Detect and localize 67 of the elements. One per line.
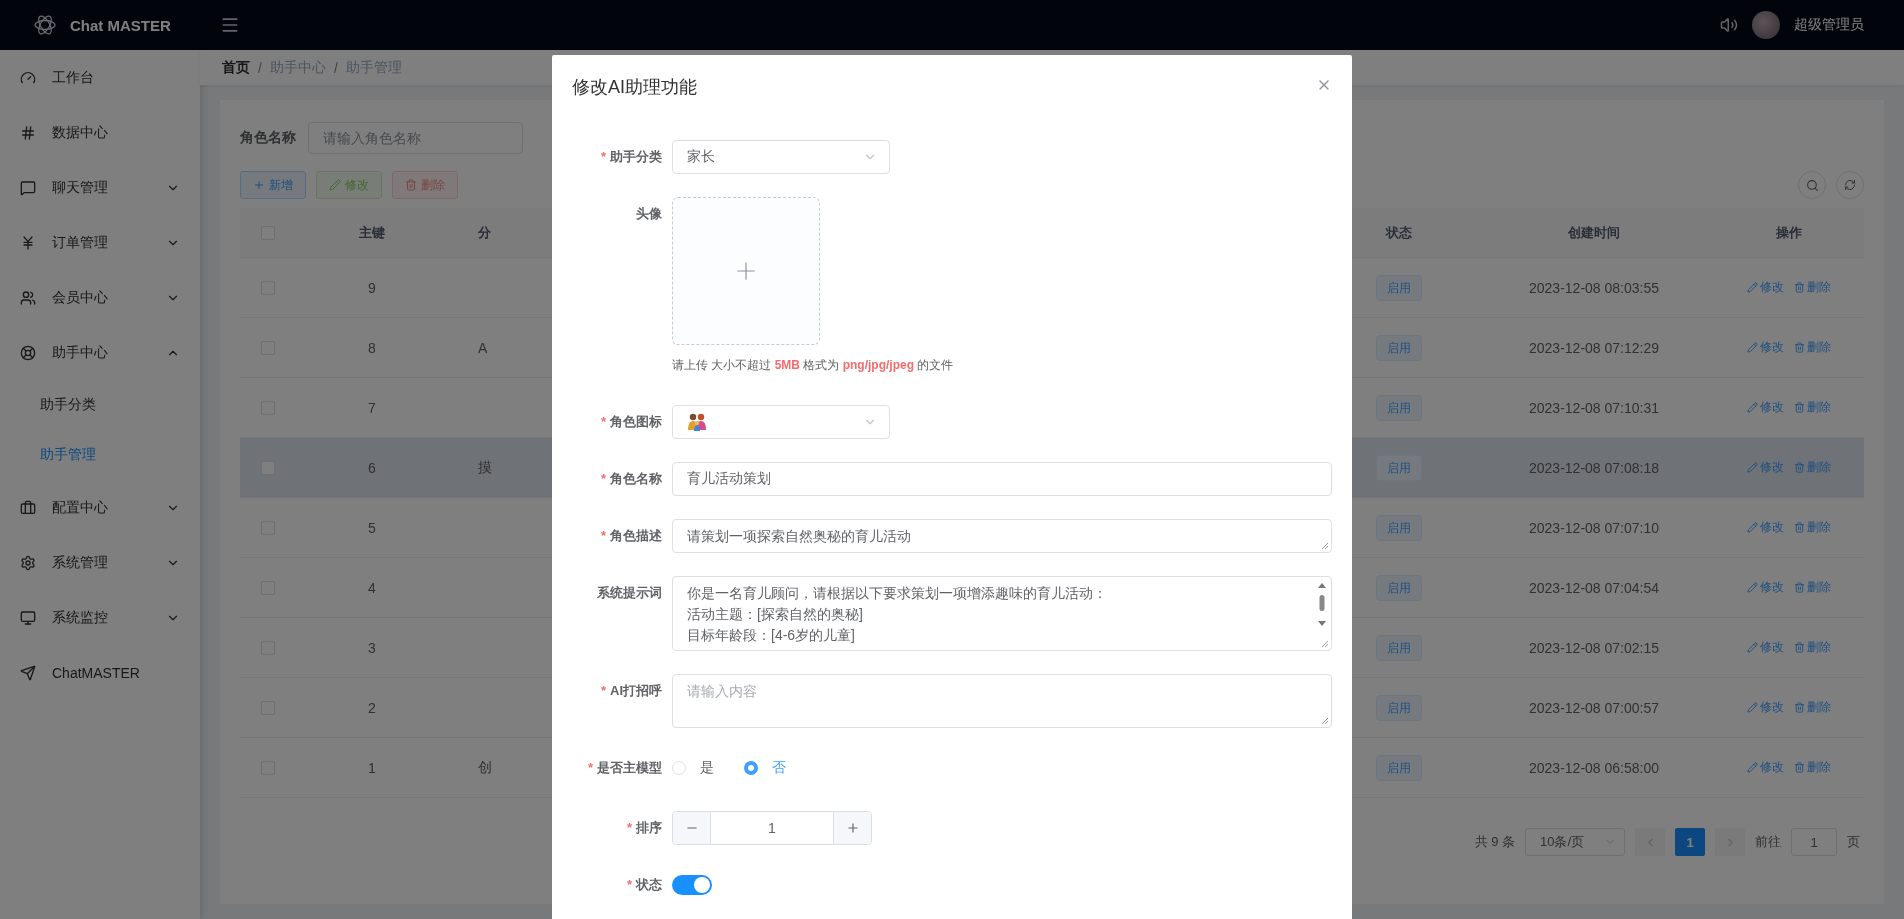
breadcrumb-separator: / — [333, 59, 338, 76]
table-cell-text: 2023-12-08 07:12:29 — [1528, 339, 1660, 356]
required-mark: * — [626, 820, 632, 835]
column-header: 主键 — [358, 223, 386, 242]
upload-hint: 请上传 大小不超过 5MB 格式为 png/jpg/jpeg 的文件 — [672, 357, 955, 374]
table-cell-text: 3 — [367, 639, 377, 656]
table-cell-text: 2023-12-08 07:07:10 — [1528, 519, 1660, 536]
status-tag: 启用 — [1376, 754, 1422, 781]
table-cell-text: 2023-12-08 07:08:18 — [1528, 459, 1660, 476]
status-tag: 启用 — [1376, 334, 1422, 361]
table-cell: 创 — [478, 758, 492, 777]
status-tag: 启用 — [1376, 454, 1422, 481]
status-tag: 启用 — [1376, 574, 1422, 601]
required-mark: * — [600, 149, 606, 164]
required-mark: * — [600, 471, 606, 486]
field-label: 助手分类 — [610, 149, 662, 164]
required-mark: * — [626, 877, 632, 892]
text-line: 活动主题：[探索自然的奥秘] — [687, 605, 864, 624]
column-header: 操作 — [1775, 223, 1803, 242]
text-line: 你是一名育儿顾问，请根据以下要求策划一项增添趣味的育儿活动： — [687, 584, 1108, 603]
page-suffix: 页 — [1847, 833, 1860, 851]
field-label: AI打招呼 — [610, 683, 662, 698]
table-cell-text: 9 — [367, 279, 377, 296]
required-mark: * — [600, 414, 606, 429]
table-cell-text: 2023-12-08 06:58:00 — [1528, 759, 1660, 776]
table-cell-text: 1 — [367, 759, 377, 776]
field-label: 角色描述 — [610, 528, 662, 543]
field-label: 角色图标 — [610, 414, 662, 429]
table-cell-text: 2023-12-08 07:04:54 — [1528, 579, 1660, 596]
status-tag: 启用 — [1376, 514, 1422, 541]
column-header: 状态 — [1384, 223, 1413, 242]
field-label: 头像 — [636, 206, 662, 221]
field-label: 系统提示词 — [597, 585, 662, 600]
table-cell-text: 2 — [367, 699, 377, 716]
table-cell-text: 5 — [367, 519, 377, 536]
breadcrumb-separator: / — [258, 59, 262, 76]
table-cell-text: 8 — [367, 339, 377, 356]
table-cell-text: 2023-12-08 08:03:55 — [1528, 279, 1660, 296]
table-cell-text: 2023-12-08 07:00:57 — [1528, 699, 1660, 716]
search-label: 角色名称 — [240, 129, 296, 147]
required-mark: * — [600, 528, 606, 543]
placeholder-text: 请输入内容 — [687, 682, 758, 701]
field-label: 是否主模型 — [597, 760, 662, 775]
table-cell-text: 4 — [367, 579, 377, 596]
table-cell: A — [478, 339, 488, 356]
status-tag: 启用 — [1376, 634, 1422, 661]
dialog-title: 修改AI助理功能 — [572, 76, 697, 99]
table-cell-text: 2023-12-08 07:02:15 — [1528, 639, 1660, 656]
table-cell-text: 7 — [367, 399, 377, 416]
field-label: 角色名称 — [610, 471, 662, 486]
status-tag: 启用 — [1376, 274, 1422, 301]
total-count: 共 9 条 — [1474, 833, 1515, 851]
field-label: 状态 — [636, 877, 662, 892]
required-mark: * — [587, 760, 593, 775]
column-header: 创建时间 — [1567, 223, 1621, 242]
status-tag: 启用 — [1376, 394, 1422, 421]
table-cell-text: 6 — [367, 459, 377, 476]
field-label: 排序 — [636, 820, 662, 835]
table-cell: 摸 — [478, 458, 492, 477]
brand-name: Chat MASTER — [70, 16, 172, 34]
required-mark: * — [600, 683, 606, 698]
goto-label: 前往 — [1755, 833, 1781, 851]
text-line: 请策划一项探索自然奥秘的育儿活动 — [687, 527, 912, 546]
status-tag: 启用 — [1376, 694, 1422, 721]
table-cell-text: 2023-12-08 07:10:31 — [1528, 399, 1660, 416]
column-header: 分 — [478, 223, 491, 242]
text-line: 目标年龄段：[4-6岁的儿童] — [687, 626, 856, 645]
